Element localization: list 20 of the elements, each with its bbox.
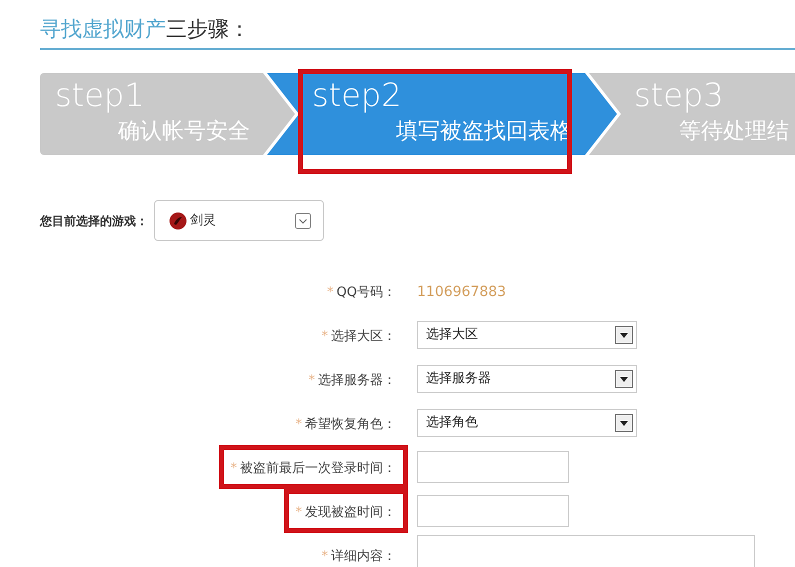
game-logo-icon	[169, 212, 187, 230]
field-label: * 发现被盗时间：	[296, 505, 396, 520]
dropdown[interactable]: 选择服务器	[417, 365, 637, 393]
field-label: * 被盗前最后一次登录时间：	[230, 461, 396, 476]
field-label: * 希望恢复角色：	[296, 417, 396, 432]
step-number: step2	[312, 75, 402, 116]
field-label: * 详细内容：	[322, 549, 396, 564]
field-label: * 选择服务器：	[308, 373, 396, 388]
qq-number: 1106967883	[417, 284, 506, 300]
dropdown[interactable]: 选择角色	[417, 409, 637, 437]
input-field[interactable]	[417, 495, 569, 527]
input-field[interactable]	[417, 451, 569, 483]
field-label: * 选择大区：	[322, 329, 396, 344]
text-area[interactable]	[417, 535, 755, 567]
field-label: * QQ号码：	[327, 285, 396, 300]
game-select[interactable]: 剑灵	[154, 200, 324, 241]
chevron-down-icon	[295, 212, 311, 228]
dropdown[interactable]: 选择大区	[417, 321, 637, 349]
page-title: 寻找虚拟财产三步骤：	[40, 16, 250, 42]
game-label: 您目前选择的游戏：	[40, 212, 148, 230]
